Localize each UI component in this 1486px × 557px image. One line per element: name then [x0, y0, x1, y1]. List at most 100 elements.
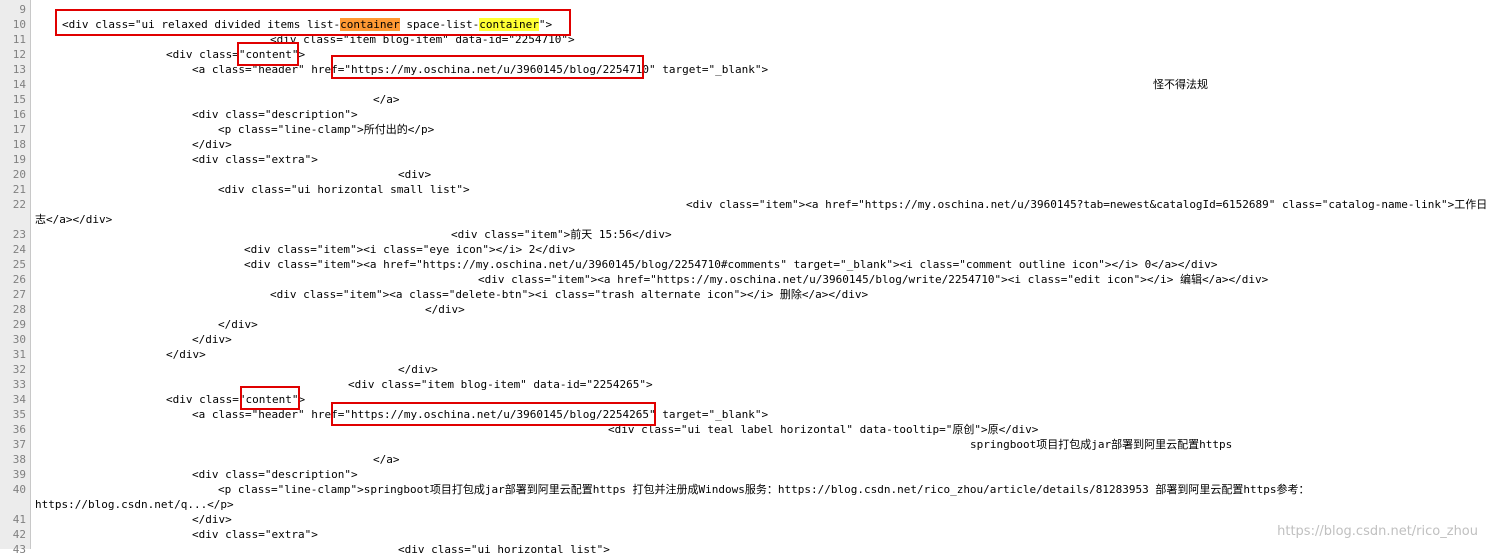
- code-text: </div>: [398, 363, 438, 376]
- code-line: 32 </div>: [0, 362, 1486, 377]
- line-number: 25: [12, 258, 26, 271]
- code-text: </div>: [425, 303, 465, 316]
- code-line: https://blog.csdn.net/q...</p>: [0, 497, 1486, 512]
- code-line: 16 <div class="description">: [0, 107, 1486, 122]
- article-title-2: springboot项目打包成jar部署到阿里云配置https: [970, 438, 1233, 451]
- code-line: 28 </div>: [0, 302, 1486, 317]
- line-number: 38: [12, 453, 26, 466]
- watermark: https://blog.csdn.net/rico_zhou: [1277, 524, 1478, 539]
- line-number: 19: [12, 153, 26, 166]
- code-line: 37: [0, 437, 1486, 452]
- line-number: 23: [12, 228, 26, 241]
- line-number: 15: [12, 93, 26, 106]
- code-line: 34 <div class="content">: [0, 392, 1486, 407]
- code-line: 18 </div>: [0, 137, 1486, 152]
- code-text: https://blog.csdn.net/q...</p>: [35, 498, 234, 511]
- code-text: <div class="item"><a href="https://my.os…: [244, 258, 1218, 271]
- code-line: 29 </div>: [0, 317, 1486, 332]
- code-text: </div>: [192, 333, 232, 346]
- code-line: 40 <p class="line-clamp">springboot项目打包成j…: [0, 482, 1486, 497]
- code-text: <p class="line-clamp">所付出的</p>: [218, 123, 435, 136]
- code-line: 43 <div class="ui horizontal list">: [0, 542, 1486, 557]
- code-text: <div class="item"><i class="eye icon"></…: [244, 243, 576, 256]
- line-number: 31: [12, 348, 26, 361]
- line-number: 36: [12, 423, 26, 436]
- code-line: 22 <div class="item"><a href="https://my.…: [0, 197, 1486, 212]
- code-line: 19 <div class="extra">: [0, 152, 1486, 167]
- code-text: <div class="extra">: [192, 153, 318, 166]
- line-number: 11: [12, 33, 26, 46]
- line-number: 30: [12, 333, 26, 346]
- line-number: 43: [12, 543, 26, 556]
- code-text: <div class="description">: [192, 108, 358, 121]
- code-text: <div class="item blog-item" data-id="225…: [348, 378, 653, 391]
- line-number: 12: [12, 48, 26, 61]
- code-text: <p class="line-clamp">springboot项目打包成jar…: [218, 483, 1310, 496]
- code-text: <div class="item"><a class="delete-btn">…: [270, 288, 869, 301]
- code-text: </a>: [373, 93, 400, 106]
- annotation-box-container: [55, 9, 571, 36]
- code-line: 35 <a class="header" href="https://my.osc…: [0, 407, 1486, 422]
- code-line: 13 <a class="header" href="https://my.osc…: [0, 62, 1486, 77]
- annotation-box-content-2: [240, 386, 300, 410]
- code-line: 41 </div>: [0, 512, 1486, 527]
- code-line: 15 </a>: [0, 92, 1486, 107]
- code-line: 31 </div>: [0, 347, 1486, 362]
- code-text: </div>: [192, 138, 232, 151]
- code-text: </a>: [373, 453, 400, 466]
- line-number: 14: [12, 78, 26, 91]
- annotation-box-content-1: [237, 42, 299, 66]
- code-text: </div>: [192, 513, 232, 526]
- code-text: </div>: [166, 348, 206, 361]
- line-number: 34: [12, 393, 26, 406]
- code-line: 26 <div class="item"><a href="https://my.…: [0, 272, 1486, 287]
- line-number: 20: [12, 168, 26, 181]
- code-line: 38 </a>: [0, 452, 1486, 467]
- code-text: <div class="item">前天 15:56</div>: [451, 228, 672, 241]
- code-line: 33 <div class="item blog-item" data-id="2…: [0, 377, 1486, 392]
- code-line: 39 <div class="description">: [0, 467, 1486, 482]
- code-line: 14: [0, 77, 1486, 92]
- code-line: 21 <div class="ui horizontal small list">: [0, 182, 1486, 197]
- code-text: </div>: [218, 318, 258, 331]
- code-line: 24 <div class="item"><i class="eye icon">…: [0, 242, 1486, 257]
- annotation-box-href-1: [331, 55, 644, 79]
- code-text: <div class="ui horizontal small list">: [218, 183, 470, 196]
- line-number: 28: [12, 303, 26, 316]
- code-line: 志</a></div>: [0, 212, 1486, 227]
- code-line: 20 <div>: [0, 167, 1486, 182]
- line-number: 9: [19, 3, 26, 16]
- code-text: <div class="item"><a href="https://my.os…: [686, 198, 1486, 211]
- code-line: 23 <div class="item">前天 15:56</div>: [0, 227, 1486, 242]
- code-text: <div class="ui horizontal list">: [398, 543, 610, 556]
- line-number: 17: [12, 123, 26, 136]
- code-text: <div>: [398, 168, 432, 181]
- line-number: 40: [12, 483, 26, 496]
- line-number: 33: [12, 378, 26, 391]
- line-number: 39: [12, 468, 26, 481]
- line-number: 41: [12, 513, 26, 526]
- code-line: 30 </div>: [0, 332, 1486, 347]
- code-line: 25 <div class="item"><a href="https://my.…: [0, 257, 1486, 272]
- line-number: 13: [12, 63, 26, 76]
- code-line: 17 <p class="line-clamp">所付出的</p>: [0, 122, 1486, 137]
- code-text: <div class="extra">: [192, 528, 318, 541]
- line-number: 35: [12, 408, 26, 421]
- code-line: 12 <div class="content">: [0, 47, 1486, 62]
- line-number: 26: [12, 273, 26, 286]
- line-number: 22: [12, 198, 26, 211]
- line-number: 16: [12, 108, 26, 121]
- line-number: 18: [12, 138, 26, 151]
- line-number: 27: [12, 288, 26, 301]
- code-line: 42 <div class="extra">: [0, 527, 1486, 542]
- code-text: 志</a></div>: [35, 213, 113, 226]
- line-number: 42: [12, 528, 26, 541]
- code-text: <div class="item"><a href="https://my.os…: [478, 273, 1269, 286]
- code-line: 27 <div class="item"><a class="delete-btn…: [0, 287, 1486, 302]
- annotation-box-href-2: [331, 402, 656, 426]
- article-title-1: 怪不得法规: [1153, 78, 1208, 91]
- line-number: 29: [12, 318, 26, 331]
- code-line: 36 <div class="ui teal label horizontal" …: [0, 422, 1486, 437]
- line-number: 24: [12, 243, 26, 256]
- code-text: <div class="ui teal label horizontal" da…: [608, 423, 1039, 436]
